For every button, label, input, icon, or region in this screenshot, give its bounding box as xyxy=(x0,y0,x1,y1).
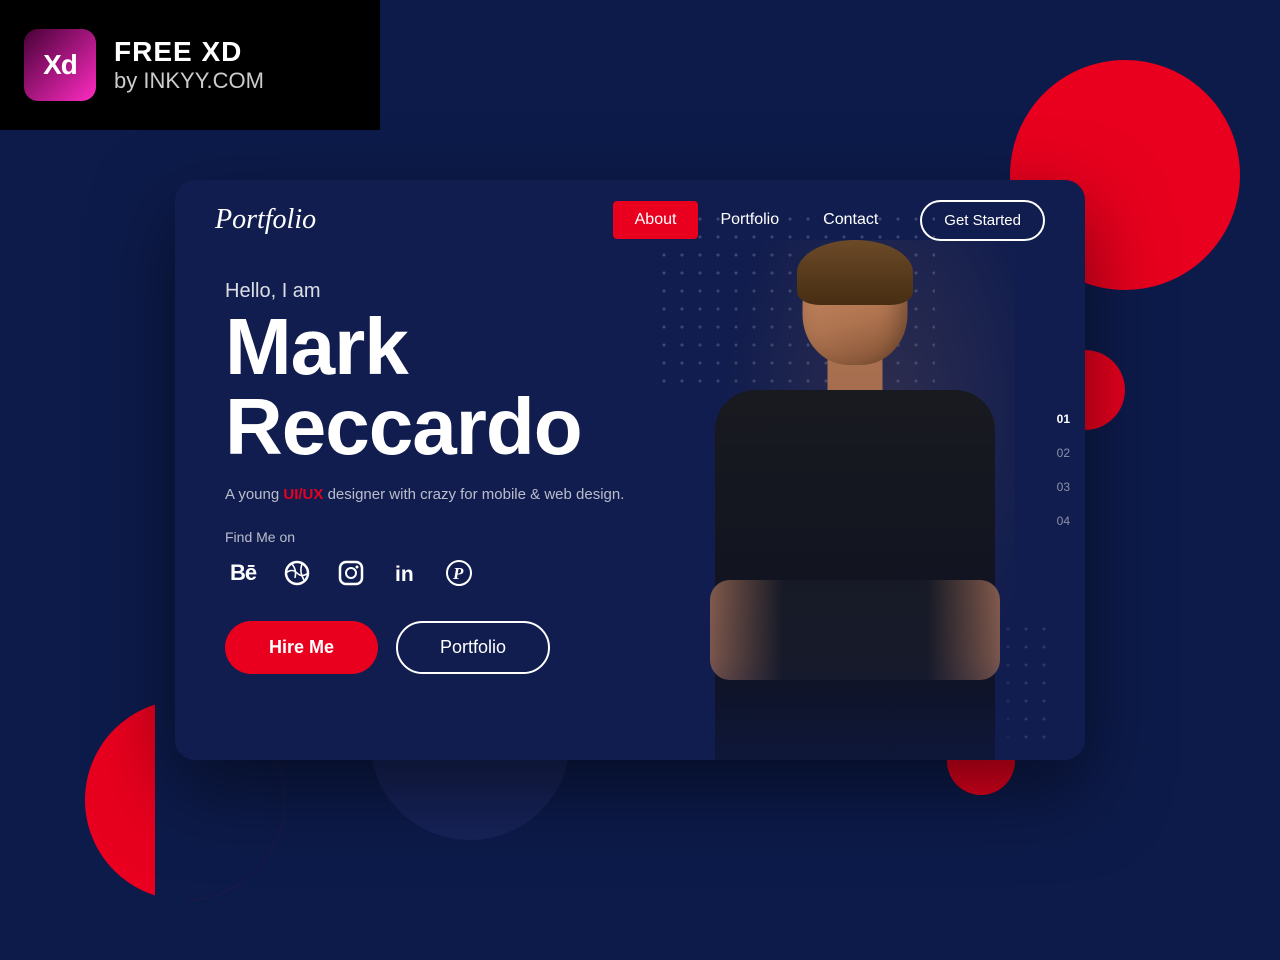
nav-link-contact[interactable]: Contact xyxy=(801,201,900,239)
hero-greeting: Hello, I am xyxy=(225,280,624,303)
behance-icon: Bē xyxy=(230,560,256,586)
page-indicator-4[interactable]: 04 xyxy=(1057,514,1070,528)
person-image xyxy=(675,210,1035,760)
portfolio-card: Portfolio About Portfolio Contact Get St… xyxy=(175,180,1085,760)
xd-text: FREE XD by INKYY.COM xyxy=(114,36,264,94)
hero-last-name: Reccardo xyxy=(225,387,624,467)
xd-free-label: FREE XD xyxy=(114,36,264,68)
svg-text:P: P xyxy=(452,564,464,583)
person-figure xyxy=(695,240,1015,760)
nav-link-portfolio[interactable]: Portfolio xyxy=(698,201,801,239)
social-icon-behance[interactable]: Bē xyxy=(225,555,261,591)
hero-name: Mark Reccardo xyxy=(225,307,624,467)
svg-text:in: in xyxy=(395,563,414,586)
page-indicator-2[interactable]: 02 xyxy=(1057,446,1070,460)
nav-link-about[interactable]: About xyxy=(613,201,699,239)
get-started-button[interactable]: Get Started xyxy=(920,200,1045,241)
page-indicator-1[interactable]: 01 xyxy=(1057,412,1070,426)
pinterest-icon: P xyxy=(446,560,472,586)
hero-desc-after: designer with crazy for mobile & web des… xyxy=(323,486,624,503)
person-overlay xyxy=(695,240,1015,760)
social-icon-linkedin[interactable]: in xyxy=(387,555,423,591)
social-icon-instagram[interactable] xyxy=(333,555,369,591)
xd-by-label: by INKYY.COM xyxy=(114,68,264,94)
hero-desc-highlight: UI/UX xyxy=(283,486,323,503)
social-icon-dribbble[interactable] xyxy=(279,555,315,591)
hero-first-name: Mark xyxy=(225,307,624,387)
hero-desc-before: A young xyxy=(225,486,283,503)
hire-me-button[interactable]: Hire Me xyxy=(225,621,378,674)
nav-links: About Portfolio Contact Get Started xyxy=(613,200,1045,241)
dribbble-icon xyxy=(284,560,310,586)
cta-buttons: Hire Me Portfolio xyxy=(225,621,624,674)
hero-description: A young UI/UX designer with crazy for mo… xyxy=(225,483,624,507)
page-indicators: 01 02 03 04 xyxy=(1057,412,1070,528)
nav-logo: Portfolio xyxy=(215,204,613,236)
social-icon-pinterest[interactable]: P xyxy=(441,555,477,591)
hero-content: Hello, I am Mark Reccardo A young UI/UX … xyxy=(225,280,624,674)
page-indicator-3[interactable]: 03 xyxy=(1057,480,1070,494)
find-me-label: Find Me on xyxy=(225,529,624,545)
portfolio-button[interactable]: Portfolio xyxy=(396,621,550,674)
social-icons-row: Bē in xyxy=(225,555,624,591)
navbar: Portfolio About Portfolio Contact Get St… xyxy=(175,180,1085,260)
xd-icon: Xd xyxy=(24,29,96,101)
xd-badge: Xd FREE XD by INKYY.COM xyxy=(0,0,380,130)
linkedin-icon: in xyxy=(392,560,418,586)
instagram-icon xyxy=(338,560,364,586)
